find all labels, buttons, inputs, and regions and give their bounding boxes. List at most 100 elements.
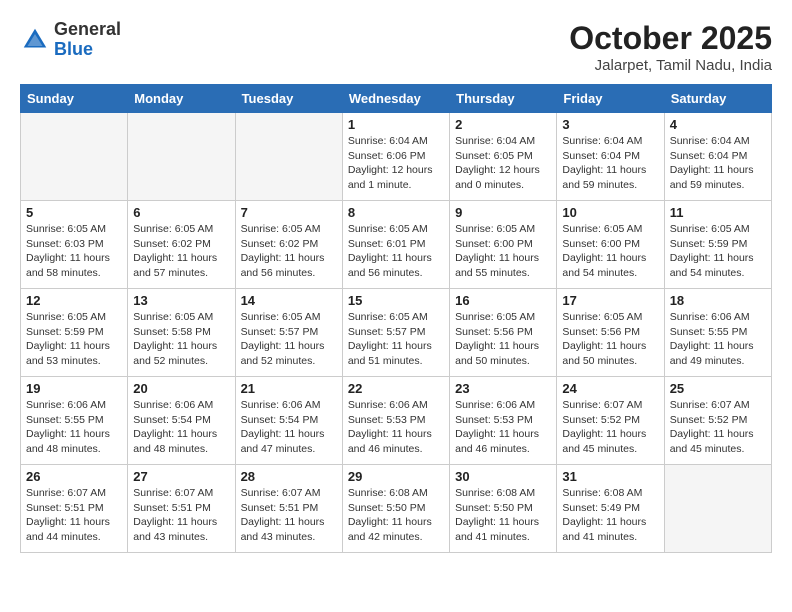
day-info: Sunrise: 6:05 AM Sunset: 6:02 PM Dayligh… bbox=[133, 222, 229, 281]
day-number: 26 bbox=[26, 469, 122, 484]
calendar-cell: 17Sunrise: 6:05 AM Sunset: 5:56 PM Dayli… bbox=[557, 289, 664, 377]
day-info: Sunrise: 6:06 AM Sunset: 5:54 PM Dayligh… bbox=[241, 398, 337, 457]
location-subtitle: Jalarpet, Tamil Nadu, India bbox=[569, 57, 772, 74]
day-info: Sunrise: 6:05 AM Sunset: 6:00 PM Dayligh… bbox=[455, 222, 551, 281]
calendar-cell: 14Sunrise: 6:05 AM Sunset: 5:57 PM Dayli… bbox=[235, 289, 342, 377]
day-info: Sunrise: 6:05 AM Sunset: 6:02 PM Dayligh… bbox=[241, 222, 337, 281]
day-number: 8 bbox=[348, 205, 444, 220]
calendar-cell bbox=[235, 113, 342, 201]
title-block: October 2025 Jalarpet, Tamil Nadu, India bbox=[569, 20, 772, 74]
day-info: Sunrise: 6:07 AM Sunset: 5:51 PM Dayligh… bbox=[26, 486, 122, 545]
day-number: 27 bbox=[133, 469, 229, 484]
calendar-cell: 6 Sunrise: 6:05 AM Sunset: 6:02 PM Daylig… bbox=[128, 201, 235, 289]
day-info: Sunrise: 6:08 AM Sunset: 5:50 PM Dayligh… bbox=[348, 486, 444, 545]
day-number: 19 bbox=[26, 381, 122, 396]
day-number: 29 bbox=[348, 469, 444, 484]
calendar-cell: 30 Sunrise: 6:08 AM Sunset: 5:50 PM Dayli… bbox=[450, 465, 557, 553]
day-number: 14 bbox=[241, 293, 337, 308]
day-info: Sunrise: 6:07 AM Sunset: 5:52 PM Dayligh… bbox=[670, 398, 766, 457]
logo-general-text: General bbox=[54, 20, 121, 40]
calendar-cell: 3Sunrise: 6:04 AM Sunset: 6:04 PM Daylig… bbox=[557, 113, 664, 201]
day-header-wednesday: Wednesday bbox=[342, 85, 449, 113]
calendar-cell: 21Sunrise: 6:06 AM Sunset: 5:54 PM Dayli… bbox=[235, 377, 342, 465]
day-number: 5 bbox=[26, 205, 122, 220]
calendar-header-row: SundayMondayTuesdayWednesdayThursdayFrid… bbox=[21, 85, 772, 113]
calendar-cell: 11 Sunrise: 6:05 AM Sunset: 5:59 PM Dayli… bbox=[664, 201, 771, 289]
day-info: Sunrise: 6:06 AM Sunset: 5:54 PM Dayligh… bbox=[133, 398, 229, 457]
calendar-cell: 28 Sunrise: 6:07 AM Sunset: 5:51 PM Dayli… bbox=[235, 465, 342, 553]
calendar-cell: 13 Sunrise: 6:05 AM Sunset: 5:58 PM Dayli… bbox=[128, 289, 235, 377]
calendar-table: SundayMondayTuesdayWednesdayThursdayFrid… bbox=[20, 84, 772, 553]
day-info: Sunrise: 6:05 AM Sunset: 5:57 PM Dayligh… bbox=[348, 310, 444, 369]
day-number: 18 bbox=[670, 293, 766, 308]
day-info: Sunrise: 6:08 AM Sunset: 5:49 PM Dayligh… bbox=[562, 486, 658, 545]
day-info: Sunrise: 6:05 AM Sunset: 5:59 PM Dayligh… bbox=[26, 310, 122, 369]
logo-icon bbox=[20, 25, 50, 55]
day-info: Sunrise: 6:07 AM Sunset: 5:52 PM Dayligh… bbox=[562, 398, 658, 457]
day-number: 24 bbox=[562, 381, 658, 396]
day-info: Sunrise: 6:07 AM Sunset: 5:51 PM Dayligh… bbox=[241, 486, 337, 545]
day-number: 28 bbox=[241, 469, 337, 484]
day-header-monday: Monday bbox=[128, 85, 235, 113]
day-info: Sunrise: 6:06 AM Sunset: 5:55 PM Dayligh… bbox=[670, 310, 766, 369]
calendar-cell: 15 Sunrise: 6:05 AM Sunset: 5:57 PM Dayli… bbox=[342, 289, 449, 377]
day-number: 7 bbox=[241, 205, 337, 220]
calendar-cell: 25 Sunrise: 6:07 AM Sunset: 5:52 PM Dayli… bbox=[664, 377, 771, 465]
week-row-4: 19Sunrise: 6:06 AM Sunset: 5:55 PM Dayli… bbox=[21, 377, 772, 465]
day-info: Sunrise: 6:05 AM Sunset: 5:59 PM Dayligh… bbox=[670, 222, 766, 281]
calendar-cell: 26 Sunrise: 6:07 AM Sunset: 5:51 PM Dayli… bbox=[21, 465, 128, 553]
logo: General Blue bbox=[20, 20, 121, 60]
calendar-cell: 9 Sunrise: 6:05 AM Sunset: 6:00 PM Daylig… bbox=[450, 201, 557, 289]
day-number: 15 bbox=[348, 293, 444, 308]
calendar-cell: 27 Sunrise: 6:07 AM Sunset: 5:51 PM Dayli… bbox=[128, 465, 235, 553]
week-row-1: 1 Sunrise: 6:04 AM Sunset: 6:06 PM Daylig… bbox=[21, 113, 772, 201]
month-title: October 2025 bbox=[569, 20, 772, 57]
calendar-cell: 18 Sunrise: 6:06 AM Sunset: 5:55 PM Dayli… bbox=[664, 289, 771, 377]
day-info: Sunrise: 6:05 AM Sunset: 5:56 PM Dayligh… bbox=[455, 310, 551, 369]
calendar-cell bbox=[664, 465, 771, 553]
day-info: Sunrise: 6:04 AM Sunset: 6:05 PM Dayligh… bbox=[455, 134, 551, 193]
calendar-cell: 8Sunrise: 6:05 AM Sunset: 6:01 PM Daylig… bbox=[342, 201, 449, 289]
day-number: 25 bbox=[670, 381, 766, 396]
day-header-thursday: Thursday bbox=[450, 85, 557, 113]
calendar-cell bbox=[128, 113, 235, 201]
day-number: 30 bbox=[455, 469, 551, 484]
day-info: Sunrise: 6:05 AM Sunset: 5:58 PM Dayligh… bbox=[133, 310, 229, 369]
calendar-cell: 12 Sunrise: 6:05 AM Sunset: 5:59 PM Dayli… bbox=[21, 289, 128, 377]
day-number: 9 bbox=[455, 205, 551, 220]
day-number: 13 bbox=[133, 293, 229, 308]
calendar-cell: 1 Sunrise: 6:04 AM Sunset: 6:06 PM Daylig… bbox=[342, 113, 449, 201]
calendar-cell: 20 Sunrise: 6:06 AM Sunset: 5:54 PM Dayli… bbox=[128, 377, 235, 465]
calendar-cell: 22 Sunrise: 6:06 AM Sunset: 5:53 PM Dayli… bbox=[342, 377, 449, 465]
day-info: Sunrise: 6:06 AM Sunset: 5:53 PM Dayligh… bbox=[455, 398, 551, 457]
day-number: 11 bbox=[670, 205, 766, 220]
day-info: Sunrise: 6:07 AM Sunset: 5:51 PM Dayligh… bbox=[133, 486, 229, 545]
calendar-cell: 10Sunrise: 6:05 AM Sunset: 6:00 PM Dayli… bbox=[557, 201, 664, 289]
day-number: 31 bbox=[562, 469, 658, 484]
week-row-3: 12 Sunrise: 6:05 AM Sunset: 5:59 PM Dayli… bbox=[21, 289, 772, 377]
week-row-2: 5Sunrise: 6:05 AM Sunset: 6:03 PM Daylig… bbox=[21, 201, 772, 289]
calendar-cell bbox=[21, 113, 128, 201]
day-number: 6 bbox=[133, 205, 229, 220]
day-info: Sunrise: 6:06 AM Sunset: 5:53 PM Dayligh… bbox=[348, 398, 444, 457]
week-row-5: 26 Sunrise: 6:07 AM Sunset: 5:51 PM Dayli… bbox=[21, 465, 772, 553]
day-info: Sunrise: 6:04 AM Sunset: 6:06 PM Dayligh… bbox=[348, 134, 444, 193]
day-number: 17 bbox=[562, 293, 658, 308]
calendar-cell: 2 Sunrise: 6:04 AM Sunset: 6:05 PM Daylig… bbox=[450, 113, 557, 201]
day-number: 20 bbox=[133, 381, 229, 396]
calendar-cell: 16 Sunrise: 6:05 AM Sunset: 5:56 PM Dayli… bbox=[450, 289, 557, 377]
day-info: Sunrise: 6:04 AM Sunset: 6:04 PM Dayligh… bbox=[562, 134, 658, 193]
calendar-cell: 31 Sunrise: 6:08 AM Sunset: 5:49 PM Dayli… bbox=[557, 465, 664, 553]
page-header: General Blue October 2025 Jalarpet, Tami… bbox=[20, 20, 772, 74]
day-info: Sunrise: 6:08 AM Sunset: 5:50 PM Dayligh… bbox=[455, 486, 551, 545]
day-header-saturday: Saturday bbox=[664, 85, 771, 113]
day-header-tuesday: Tuesday bbox=[235, 85, 342, 113]
calendar-cell: 4Sunrise: 6:04 AM Sunset: 6:04 PM Daylig… bbox=[664, 113, 771, 201]
day-header-friday: Friday bbox=[557, 85, 664, 113]
calendar-cell: 23Sunrise: 6:06 AM Sunset: 5:53 PM Dayli… bbox=[450, 377, 557, 465]
day-number: 1 bbox=[348, 117, 444, 132]
day-number: 22 bbox=[348, 381, 444, 396]
day-number: 16 bbox=[455, 293, 551, 308]
day-number: 2 bbox=[455, 117, 551, 132]
day-number: 12 bbox=[26, 293, 122, 308]
